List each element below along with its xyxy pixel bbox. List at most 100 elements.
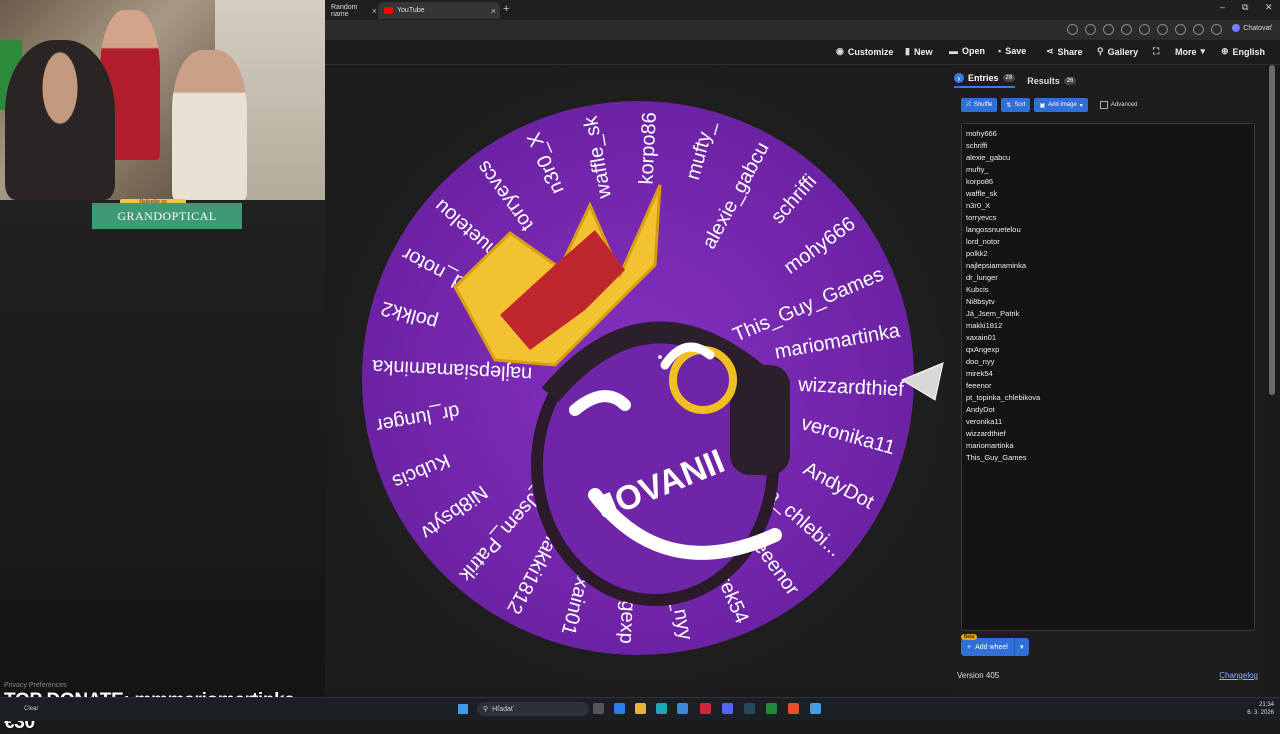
entry-item[interactable]: xaxain01 [966,332,1254,344]
notepad-icon[interactable] [810,703,821,714]
start-icon[interactable] [458,704,468,714]
chevron-right-icon[interactable]: › [954,73,964,83]
entry-item[interactable]: qxAngexp [966,344,1254,356]
webcam-person [5,40,115,200]
entry-item[interactable]: makki1812 [966,320,1254,332]
entry-item[interactable]: pt_topinka_chlebikova [966,392,1254,404]
entry-item[interactable]: This_Guy_Games [966,452,1254,464]
entries-textarea[interactable]: mohy666 schriffi alexie_gabcu mufty_ korpo86… [961,123,1255,631]
chrome-icon[interactable] [788,703,799,714]
gallery-button[interactable]: ⚲ Gallery [1097,46,1138,57]
new-tab-button[interactable]: + [503,3,509,15]
fullscreen-button[interactable]: ⛶ [1153,46,1159,57]
discord-icon[interactable] [722,703,733,714]
entry-item[interactable]: wizzardthief [966,428,1254,440]
language-button[interactable]: ⊕ English [1221,46,1265,57]
clock-date: 6. 3. 2026 [1247,710,1274,716]
page-scrollbar[interactable] [1269,65,1275,395]
customize-button[interactable]: ◉ Customize [836,46,893,57]
add-wheel-group: + Add wheel ▾ [961,638,1029,656]
entry-item[interactable]: mariomartinka [966,440,1254,452]
copilot-button[interactable]: Chatovať [1232,24,1272,32]
entry-item[interactable]: Kubcis [966,284,1254,296]
entry-item[interactable]: najlepsiamaminka [966,260,1254,272]
close-icon[interactable]: × [491,6,496,16]
add-wheel-button[interactable]: + Add wheel [961,638,1014,656]
entry-item[interactable]: mirek54 [966,368,1254,380]
shuffle-button[interactable]: ⤮ Shuffle [961,98,998,112]
entry-item[interactable]: torryevcs [966,212,1254,224]
xbox-icon[interactable] [766,703,777,714]
entry-item[interactable]: polkk2 [966,248,1254,260]
tab-results[interactable]: Results 26 [1027,73,1077,88]
sort-button[interactable]: ⇅ Sort [1001,98,1031,112]
steam-icon[interactable] [744,703,755,714]
tab-random-name[interactable]: Random name × [325,2,381,19]
extension-icon[interactable] [1121,24,1132,35]
read-aloud-icon[interactable] [1067,24,1078,35]
checkbox-icon[interactable] [1099,101,1108,109]
changelog-link[interactable]: Changelog [1219,671,1258,680]
entry-item[interactable]: dr_lunger [966,272,1254,284]
entry-item[interactable]: mufty_ [966,164,1254,176]
sort-icon: ⇅ [1006,102,1012,109]
palette-icon: ◉ [836,46,844,56]
minimize-icon[interactable]: – [1220,2,1225,12]
store-icon[interactable] [677,703,688,714]
results-count-badge: 26 [1063,76,1077,85]
collections-icon[interactable] [1175,24,1186,35]
tab-label: YouTube [397,7,425,14]
address-bar[interactable]: Chatovať [325,20,1280,41]
entry-item[interactable]: feeenor [966,380,1254,392]
entry-item[interactable]: langossnuetelou [966,224,1254,236]
add-image-button[interactable]: ▣ Add image ▾ [1034,98,1088,112]
entry-item[interactable]: Ni8bsytv [966,296,1254,308]
close-window-icon[interactable]: ✕ [1265,2,1273,13]
spinning-wheel[interactable]: This_Guy_Gamesmariomartinkawizzardthiefv… [325,65,955,693]
open-label: Open [962,46,986,56]
edge-icon[interactable] [614,703,625,714]
entry-item[interactable]: mohy666 [966,128,1254,140]
add-wheel-dropdown[interactable]: ▾ [1013,638,1029,656]
stream-overlay-area: Najlepšie so GRANDOPTICAL Privacy Prefer… [0,0,325,733]
entries-count-badge: 28 [1002,74,1016,82]
chevron-down-icon: ▾ [1200,46,1206,56]
save-button[interactable]: ▪ Save [998,46,1026,56]
favorites-icon[interactable] [1157,24,1168,35]
entry-item[interactable]: Já_Jsem_Patrik [966,308,1254,320]
entry-item[interactable]: waffle_sk [966,188,1254,200]
profile-icon[interactable] [1211,24,1222,35]
entry-item[interactable]: alexie_gabcu [966,152,1254,164]
entry-item[interactable]: korpo86 [966,176,1254,188]
tab-entries[interactable]: › Entries 28 [954,73,1016,88]
maximize-icon[interactable]: ⧉ [1242,2,1248,13]
entry-item[interactable]: veronika11 [966,416,1254,428]
share-icon: ⋖ [1046,46,1054,56]
entry-item[interactable]: AndyDot [966,404,1254,416]
taskbar-search[interactable]: ⚲ Hľadať [477,702,589,716]
app-icon[interactable] [700,703,711,714]
system-clock[interactable]: 21:34 6. 3. 2026 [1247,701,1274,717]
refresh-icon[interactable] [1139,24,1150,35]
more-button[interactable]: More ▾ [1175,46,1205,57]
close-icon[interactable]: × [372,6,377,16]
weather-widget[interactable]: Clear [24,706,38,712]
task-view-icon[interactable] [593,703,604,714]
folder-icon: ▬ [949,46,958,56]
entry-item[interactable]: n3r0_X [966,200,1254,212]
tab-youtube[interactable]: YouTube × [378,2,500,19]
file-explorer-icon[interactable] [635,703,646,714]
entry-item[interactable]: lord_notor [966,236,1254,248]
taskbar-search-label: Hľadať [492,705,514,713]
entry-item[interactable]: schriffi [966,140,1254,152]
advanced-checkbox[interactable]: Advanced [1099,101,1138,109]
new-button[interactable]: ▮ New [905,46,932,57]
star-icon[interactable] [1103,24,1114,35]
open-button[interactable]: ▬ Open [949,46,985,56]
share-button[interactable]: ⋖ Share [1046,46,1083,57]
entry-item[interactable]: doo_nyy [966,356,1254,368]
browser-icon[interactable] [656,703,667,714]
tracking-icon[interactable] [1085,24,1096,35]
privacy-link[interactable]: Privacy Preferences [4,682,67,689]
download-icon[interactable] [1193,24,1204,35]
